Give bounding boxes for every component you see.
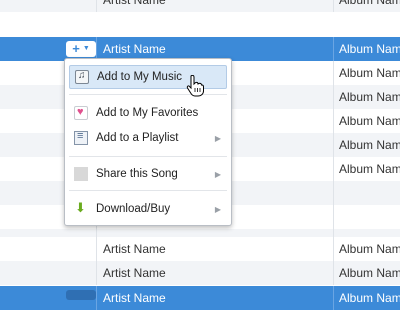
share-icon xyxy=(74,167,88,181)
album-cell: Album Name xyxy=(339,66,400,80)
plus-icon: + xyxy=(72,41,80,56)
submenu-arrow-icon: ▶ xyxy=(214,204,221,214)
menu-item-label: Add to My Favorites xyxy=(96,107,199,119)
menu-item-add-to-my-favorites[interactable]: Add to My Favorites xyxy=(69,101,227,125)
submenu-arrow-icon: ▶ xyxy=(214,133,221,143)
playlist-icon xyxy=(74,130,88,145)
menu-divider xyxy=(69,156,227,157)
menu-item-download-buy[interactable]: Download/Buy ▶ xyxy=(69,197,227,221)
table-row[interactable]: Artist Name Album Name xyxy=(0,261,400,285)
chevron-down-icon: ▼ xyxy=(82,45,90,52)
add-button[interactable] xyxy=(66,290,96,300)
menu-item-share-this-song[interactable]: Share this Song ▶ xyxy=(69,162,227,186)
album-cell: Album Name xyxy=(339,42,400,56)
table-row[interactable]: Artist Name Album Name xyxy=(0,237,400,261)
table-row[interactable]: Artist Name Album Name xyxy=(0,0,400,12)
artist-cell: Artist Name xyxy=(103,242,166,256)
album-cell: Album Name xyxy=(339,162,400,176)
music-note-icon xyxy=(75,70,89,84)
menu-item-add-to-a-playlist[interactable]: Add to a Playlist ▶ xyxy=(69,126,227,150)
add-menu: Add to My Music Add to My Favorites Add … xyxy=(64,58,232,226)
menu-divider xyxy=(69,190,227,191)
hand-cursor-icon xyxy=(186,75,204,97)
submenu-arrow-icon: ▶ xyxy=(214,169,221,179)
table-row-selected[interactable]: Artist Name Album Name xyxy=(0,286,400,310)
album-cell: Album Name xyxy=(339,90,400,104)
album-cell: Album Name xyxy=(339,0,400,7)
album-cell: Album Name xyxy=(339,242,400,256)
album-cell: Album Name xyxy=(339,138,400,152)
album-cell: Album Name xyxy=(339,114,400,128)
download-arrow-icon xyxy=(74,200,88,216)
menu-item-label: Add to a Playlist xyxy=(96,132,179,144)
album-cell: Album Name xyxy=(339,266,400,280)
add-button[interactable]: + ▼ xyxy=(66,41,96,57)
menu-item-label: Add to My Music xyxy=(97,71,182,83)
heart-icon xyxy=(74,106,88,120)
menu-item-label: Share this Song xyxy=(96,168,178,180)
artist-cell: Artist Name xyxy=(103,291,166,305)
album-cell: Album Name xyxy=(339,291,400,305)
artist-cell: Artist Name xyxy=(103,0,166,7)
artist-cell: Artist Name xyxy=(103,266,166,280)
menu-item-label: Download/Buy xyxy=(96,203,171,215)
